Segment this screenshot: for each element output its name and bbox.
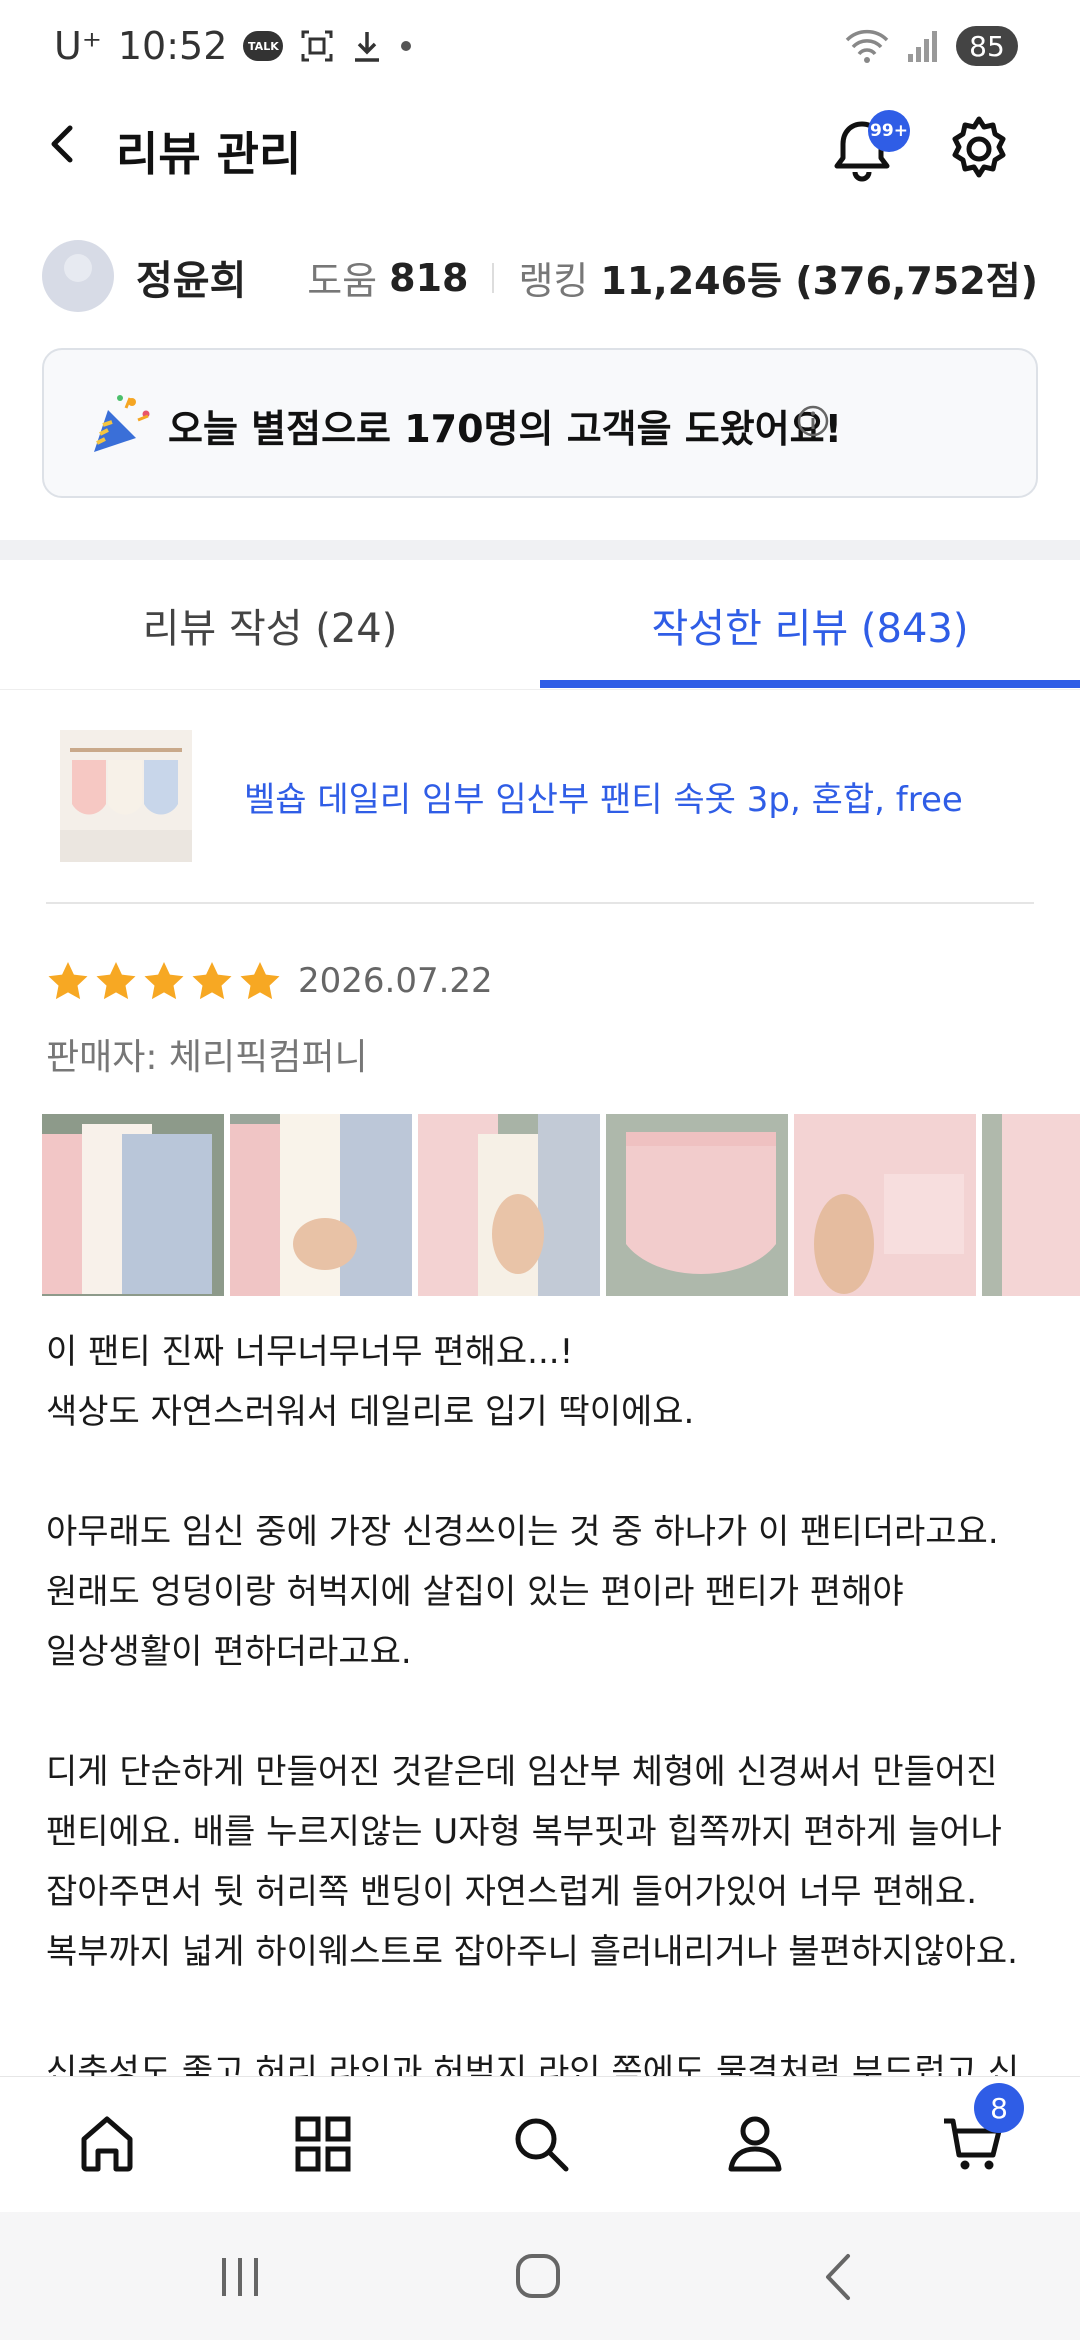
notice-text: 오늘 별점으로 170명의 고객을 도왔어요! [168, 407, 842, 451]
ranking-value: 11,246등 (376,752점) [600, 259, 1038, 303]
my-page-icon[interactable] [722, 2111, 788, 2177]
cart-icon[interactable]: 8 [940, 2083, 1024, 2177]
review-photos [42, 1114, 1080, 1296]
review-photo[interactable] [230, 1114, 412, 1296]
profile-stats: 도움 818 랭킹 11,246등 (376,752점) [307, 250, 1038, 305]
screenshot-icon [299, 28, 335, 64]
tab-written-reviews[interactable]: 작성한 리뷰 (843) [540, 560, 1080, 690]
profile-summary: 정윤희 도움 818 랭킹 11,246등 (376,752점) [0, 236, 1080, 320]
home-icon[interactable] [74, 2111, 140, 2177]
back-nav-icon[interactable] [810, 2252, 870, 2302]
review-line: 디게 단순하게 만들어진 것같은데 임산부 체형에 신경써서 만들어진 [46, 1752, 998, 1792]
review-line: 잡아주면서 뒷 허리쪽 밴딩이 자연스럽게 들어가있어 너무 편해요. [46, 1872, 978, 1912]
bottom-navigation: 8 [0, 2076, 1080, 2212]
page-title: 리뷰 관리 [116, 127, 302, 181]
review-line: 원래도 엉덩이랑 허벅지에 살집이 있는 편이라 팬티가 편해야 [46, 1572, 904, 1612]
status-bar-left: U⁺ 10:52 TALK [54, 24, 413, 68]
review-text: 이 팬티 진짜 너무너무너무 편해요...! 색상도 자연스러워서 데일리로 입… [46, 1322, 1046, 2162]
stat-divider [492, 262, 495, 293]
review-line: 일상생활이 편하더라고요. [46, 1632, 412, 1672]
back-button[interactable] [36, 116, 92, 172]
battery-indicator: 85 [956, 26, 1018, 66]
review-photo[interactable] [42, 1114, 224, 1296]
review-photo[interactable] [982, 1114, 1080, 1296]
review-line: 복부까지 넓게 하이웨스트로 잡아주니 흘러내리거나 불편하지않아요. [46, 1932, 1018, 1972]
status-bar-right: 85 [844, 26, 1018, 66]
review-rating-row: 2026.07.22 [46, 956, 493, 1006]
download-icon [351, 28, 383, 64]
help-notice-banner: 오늘 별점으로 170명의 고객을 도왔어요! [42, 348, 1038, 498]
seller-name: 판매자: 체리픽컴퍼니 [46, 1037, 368, 1078]
carrier-label: U⁺ [54, 24, 102, 68]
star-icon [144, 962, 184, 1000]
talk-icon: TALK [243, 31, 284, 61]
gear-icon [952, 116, 1006, 178]
notification-badge: 99+ [868, 110, 910, 152]
wifi-icon [844, 28, 890, 64]
star-icon [240, 962, 280, 1000]
cart-count-badge: 8 [974, 2083, 1024, 2133]
ranking-label: 랭킹 [518, 259, 589, 303]
notifications-button[interactable]: 99+ [822, 110, 910, 190]
help-count: 818 [389, 255, 469, 300]
clock: 10:52 [117, 24, 228, 68]
star-icon [48, 962, 88, 1000]
signal-icon [906, 28, 940, 64]
review-photo[interactable] [606, 1114, 788, 1296]
review-photo[interactable] [794, 1114, 976, 1296]
info-icon[interactable] [796, 404, 830, 438]
chevron-left-icon [51, 125, 73, 163]
settings-button[interactable] [942, 112, 1016, 186]
status-bar: U⁺ 10:52 TALK 85 [0, 0, 1080, 100]
review-line: 색상도 자연스러워서 데일리로 입기 딱이에요. [46, 1392, 695, 1432]
system-navigation-bar [0, 2212, 1080, 2340]
app-header: 리뷰 관리 99+ [0, 100, 1080, 200]
divider-line [46, 902, 1034, 904]
section-divider [0, 540, 1080, 560]
recent-apps-icon[interactable] [210, 2252, 270, 2302]
review-tabs: 리뷰 작성 (24) 작성한 리뷰 (843) [0, 560, 1080, 690]
review-line: 아무래도 임신 중에 가장 신경쓰이는 것 중 하나가 이 팬티더라고요. [46, 1512, 999, 1552]
category-icon[interactable] [290, 2111, 356, 2177]
profile-name: 정윤희 [136, 258, 247, 304]
review-line: 팬티에요. 배를 누르지않는 U자형 복부핏과 힙쪽까지 편하게 늘어나 [46, 1812, 1002, 1852]
active-tab-indicator [540, 680, 1080, 688]
star-icon [192, 962, 232, 1000]
review-photo[interactable] [418, 1114, 600, 1296]
avatar[interactable] [42, 240, 114, 312]
party-popper-icon [86, 390, 156, 460]
star-rating [46, 959, 282, 1003]
star-icon [96, 962, 136, 1000]
review-date: 2026.07.22 [298, 961, 493, 1001]
home-button-icon[interactable] [508, 2252, 568, 2302]
avatar-placeholder [64, 254, 92, 282]
dot-icon [399, 39, 413, 53]
help-label: 도움 [307, 259, 378, 303]
product-name-link[interactable]: 벨숍 데일리 임부 임산부 팬티 속옷 3p, 혼합, free [244, 772, 963, 821]
tab-write-review[interactable]: 리뷰 작성 (24) [0, 560, 540, 690]
review-line: 이 팬티 진짜 너무너무너무 편해요...! [46, 1332, 574, 1372]
product-thumbnail[interactable] [60, 730, 192, 862]
product-row[interactable]: 벨숍 데일리 임부 임산부 팬티 속옷 3p, 혼합, free [46, 724, 1036, 864]
search-icon[interactable] [508, 2111, 574, 2177]
